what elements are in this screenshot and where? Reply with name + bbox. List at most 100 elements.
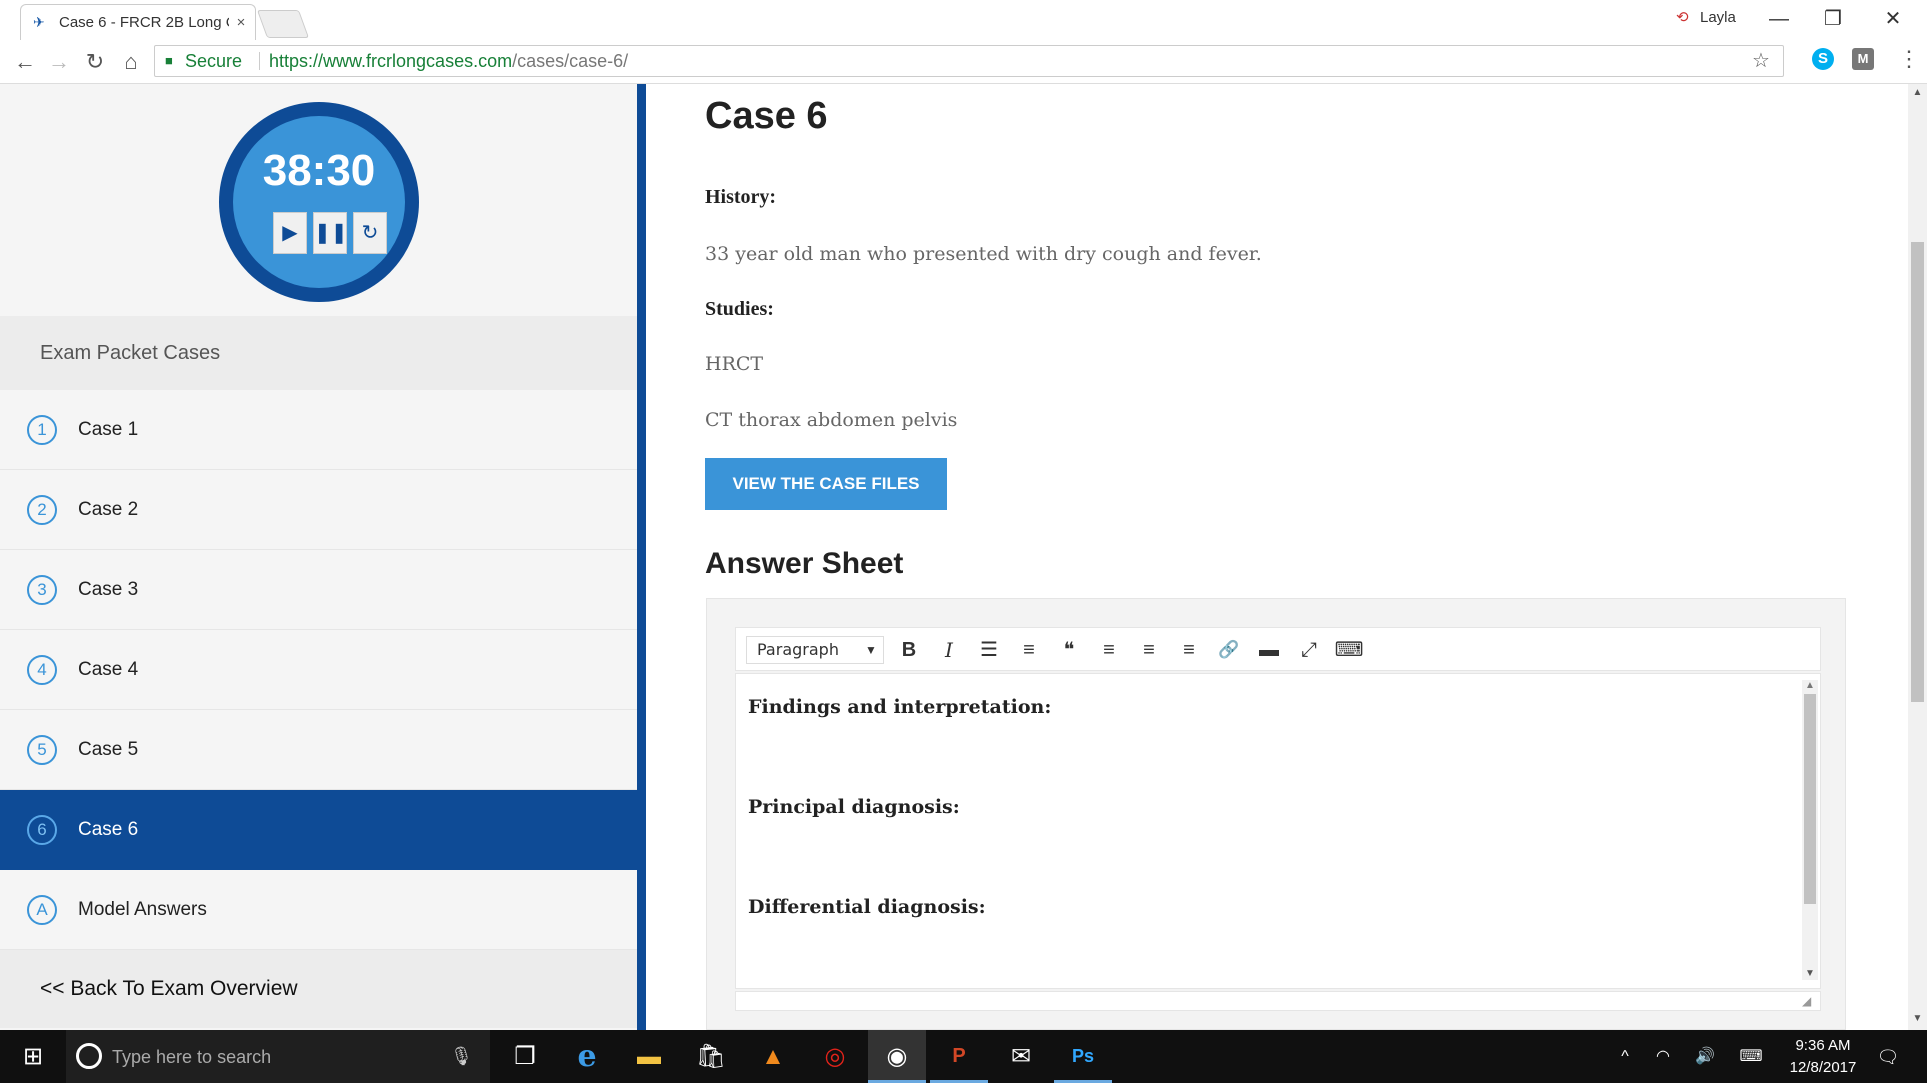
tab-title: Case 6 - FRCR 2B Long C bbox=[59, 14, 229, 31]
wifi-icon[interactable]: ◠ bbox=[1648, 1044, 1678, 1070]
reset-icon: ↻ bbox=[361, 222, 379, 244]
taskbar-search[interactable]: Type here to search 🎙 bbox=[66, 1030, 490, 1083]
clock-date[interactable]: 12/8/2017 bbox=[1778, 1058, 1868, 1078]
bookmark-star-icon[interactable]: ☆ bbox=[1750, 50, 1772, 72]
sidebar-item-case[interactable]: 6 Case 6 bbox=[0, 790, 637, 870]
play-button[interactable]: ▶ bbox=[273, 212, 307, 254]
minimize-button[interactable]: — bbox=[1754, 4, 1804, 34]
italic-icon[interactable]: I bbox=[934, 636, 964, 664]
sidebar-item-case[interactable]: 4 Case 4 bbox=[0, 630, 637, 710]
browser-tab[interactable]: ✈ Case 6 - FRCR 2B Long C × bbox=[20, 4, 256, 40]
browser-menu-icon[interactable]: ⋮ bbox=[1898, 46, 1920, 72]
vlc-icon[interactable]: ▲ bbox=[744, 1030, 802, 1083]
answer-sheet-title: Answer Sheet bbox=[705, 547, 904, 580]
bold-icon[interactable]: B bbox=[894, 636, 924, 664]
sidebar-item-case[interactable]: A Model Answers bbox=[0, 870, 637, 950]
microphone-icon[interactable]: 🎙 bbox=[450, 1043, 473, 1069]
link-icon[interactable]: 🔗 bbox=[1214, 636, 1244, 664]
back-to-overview-link[interactable]: << Back To Exam Overview bbox=[0, 950, 637, 1028]
page-scrollbar[interactable]: ▲ ▼ bbox=[1908, 84, 1927, 1030]
differential-diagnosis-heading: Differential diagnosis: bbox=[748, 896, 986, 918]
toolbar-toggle-icon[interactable]: ⌨ bbox=[1334, 636, 1364, 664]
url-text[interactable]: https://www.frcrlongcases.com/cases/case… bbox=[269, 51, 869, 71]
exam-timer: 38:30 ▶ ❚❚ ↻ bbox=[219, 102, 419, 302]
action-center-icon[interactable]: 🗨 bbox=[1872, 1044, 1904, 1070]
editor-scroll-thumb[interactable] bbox=[1804, 694, 1816, 904]
scroll-up-icon[interactable]: ▲ bbox=[1802, 680, 1818, 692]
windows-start-icon[interactable]: ⊞ bbox=[0, 1030, 66, 1083]
answer-editor: Paragraph ▼ B I ☰ ≡ ❝ ≡ ≡ ≡ 🔗 ▬ ⤢ ⌨ Find… bbox=[706, 598, 1846, 1030]
forward-arrow-icon[interactable]: → bbox=[44, 48, 74, 76]
restore-button[interactable]: ❐ bbox=[1808, 4, 1858, 34]
address-bar[interactable]: ■ Secure https://www.frcrlongcases.com/c… bbox=[154, 45, 1784, 77]
case-number-badge: 3 bbox=[27, 575, 57, 605]
chrome-icon[interactable]: ◉ bbox=[868, 1030, 926, 1083]
sidebar-item-case[interactable]: 2 Case 2 bbox=[0, 470, 637, 550]
scroll-up-icon[interactable]: ▲ bbox=[1908, 86, 1927, 100]
view-case-files-button[interactable]: VIEW THE CASE FILES bbox=[705, 458, 947, 510]
case-number-badge: 5 bbox=[27, 735, 57, 765]
page-scroll-thumb[interactable] bbox=[1911, 242, 1924, 702]
align-right-icon[interactable]: ≡ bbox=[1174, 636, 1204, 664]
timer-display: 38:30 bbox=[262, 146, 376, 195]
skype-extension-icon[interactable]: S bbox=[1812, 48, 1834, 70]
resize-handle-icon[interactable]: ◢ bbox=[1802, 994, 1816, 1008]
back-label: << Back To Exam Overview bbox=[40, 977, 298, 1000]
powerpoint-icon[interactable]: P bbox=[930, 1030, 988, 1083]
scroll-down-icon[interactable]: ▼ bbox=[1908, 1012, 1927, 1026]
scroll-down-icon[interactable]: ▼ bbox=[1802, 968, 1818, 980]
photoshop-icon[interactable]: Ps bbox=[1054, 1030, 1112, 1083]
align-center-icon[interactable]: ≡ bbox=[1134, 636, 1164, 664]
case-label: Case 3 bbox=[78, 579, 139, 600]
format-select[interactable]: Paragraph ▼ bbox=[746, 636, 884, 664]
case-number-badge: 1 bbox=[27, 415, 57, 445]
sidebar-item-case[interactable]: 1 Case 1 bbox=[0, 390, 637, 470]
history-label: History: bbox=[705, 186, 777, 208]
case-label: Case 4 bbox=[78, 659, 139, 680]
edge-icon[interactable]: e bbox=[558, 1030, 616, 1083]
reset-button[interactable]: ↻ bbox=[353, 212, 387, 254]
close-window-button[interactable]: ✕ bbox=[1868, 4, 1918, 34]
keyboard-icon[interactable]: ⌨ bbox=[1732, 1044, 1770, 1070]
case-number-badge: 2 bbox=[27, 495, 57, 525]
sidebar-item-case[interactable]: 5 Case 5 bbox=[0, 710, 637, 790]
study-item: HRCT bbox=[705, 353, 764, 375]
creative-cloud-icon[interactable]: ◎ bbox=[806, 1030, 864, 1083]
align-left-icon[interactable]: ≡ bbox=[1094, 636, 1124, 664]
mail-icon[interactable]: ✉ bbox=[992, 1030, 1050, 1083]
file-explorer-icon[interactable]: ▬ bbox=[620, 1030, 678, 1083]
numbered-list-icon[interactable]: ≡ bbox=[1014, 636, 1044, 664]
back-arrow-icon[interactable]: ← bbox=[10, 48, 40, 76]
read-more-icon[interactable]: ▬ bbox=[1254, 636, 1284, 664]
m-extension-icon[interactable]: M bbox=[1852, 48, 1874, 70]
lock-icon: ■ bbox=[165, 53, 173, 68]
profile-icon[interactable]: ⟲ bbox=[1676, 8, 1692, 28]
timer-face: 38:30 ▶ ❚❚ ↻ bbox=[233, 116, 405, 288]
sidebar-divider bbox=[637, 84, 646, 1030]
address-divider bbox=[259, 52, 260, 70]
home-icon[interactable]: ⌂ bbox=[116, 48, 146, 76]
editor-content[interactable]: Findings and interpretation: Principal d… bbox=[735, 673, 1821, 989]
pause-button[interactable]: ❚❚ bbox=[313, 212, 348, 254]
search-placeholder: Type here to search bbox=[112, 1047, 272, 1067]
principal-diagnosis-heading: Principal diagnosis: bbox=[748, 796, 960, 818]
findings-heading: Findings and interpretation: bbox=[748, 696, 1052, 718]
reload-icon[interactable]: ↻ bbox=[80, 48, 110, 76]
clock-time[interactable]: 9:36 AM bbox=[1778, 1036, 1868, 1056]
bullet-list-icon[interactable]: ☰ bbox=[974, 636, 1004, 664]
fullscreen-icon[interactable]: ⤢ bbox=[1294, 636, 1324, 664]
history-text: 33 year old man who presented with dry c… bbox=[705, 243, 1262, 265]
chevron-up-icon[interactable]: ^ bbox=[1612, 1044, 1638, 1070]
store-icon[interactable]: 🛍 bbox=[682, 1030, 740, 1083]
study-item: CT thorax abdomen pelvis bbox=[705, 409, 958, 431]
volume-icon[interactable]: 🔊 bbox=[1690, 1044, 1720, 1070]
close-tab-icon[interactable]: × bbox=[233, 13, 249, 33]
sidebar-item-case[interactable]: 3 Case 3 bbox=[0, 550, 637, 630]
blockquote-icon[interactable]: ❝ bbox=[1054, 636, 1084, 664]
editor-scrollbar[interactable]: ▲ ▼ bbox=[1802, 680, 1818, 980]
editor-statusbar: ◢ bbox=[735, 991, 1821, 1011]
new-tab-button[interactable] bbox=[256, 10, 310, 38]
task-view-icon[interactable]: ❐ bbox=[496, 1030, 554, 1083]
profile-name[interactable]: Layla bbox=[1700, 8, 1760, 28]
graduation-cap-icon: ✈ bbox=[33, 14, 45, 30]
